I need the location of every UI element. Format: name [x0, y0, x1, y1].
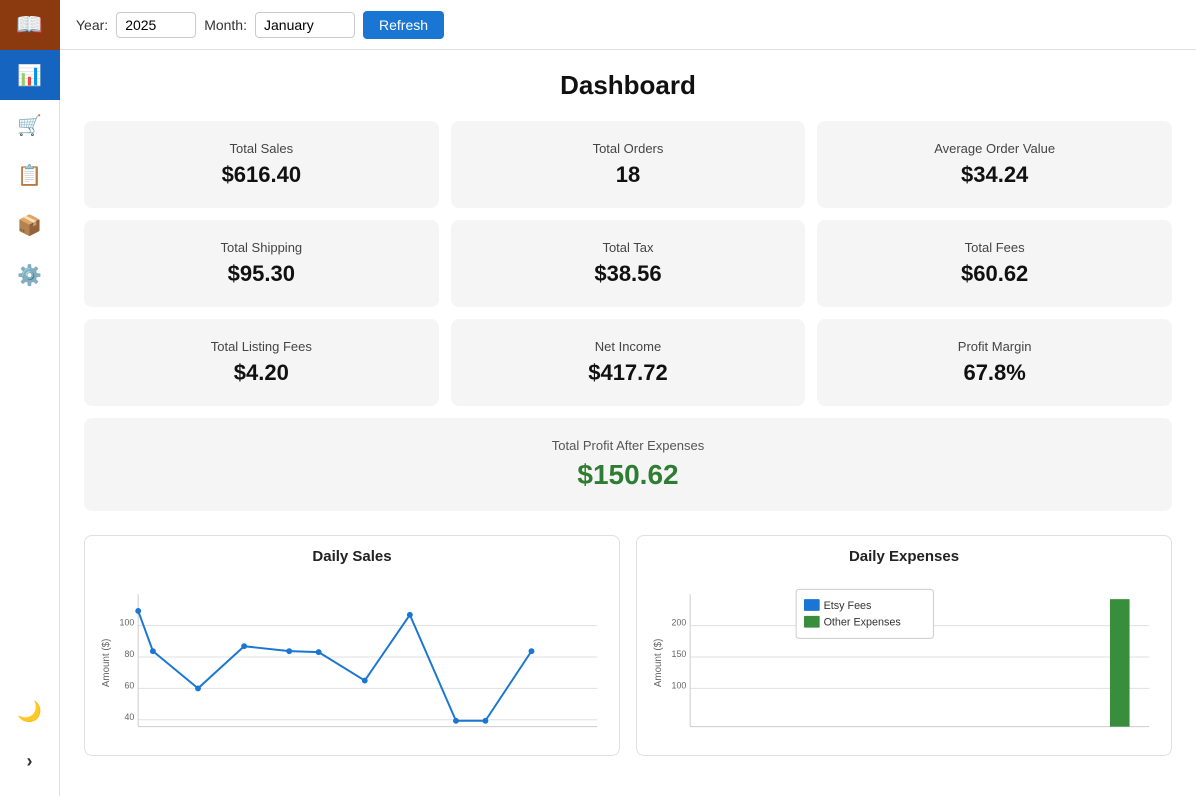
svg-text:Etsy Fees: Etsy Fees: [824, 600, 872, 612]
daily-sales-title: Daily Sales: [97, 548, 607, 565]
metric-total-fees-label: Total Fees: [837, 240, 1152, 255]
metric-total-tax: Total Tax $38.56: [451, 220, 806, 307]
svg-text:200: 200: [672, 618, 687, 628]
metric-listing-fees-label: Total Listing Fees: [104, 339, 419, 354]
daily-sales-chart: Daily Sales Amount ($) 40 60 80 100: [84, 535, 620, 756]
metric-total-tax-label: Total Tax: [471, 240, 786, 255]
svg-text:150: 150: [672, 649, 687, 659]
sidebar-item-dashboard[interactable]: 📊: [0, 50, 60, 100]
sidebar-item-orders[interactable]: 🛒: [0, 100, 60, 150]
daily-expenses-area: Amount ($) 100 150 200: [649, 573, 1159, 743]
svg-text:60: 60: [124, 680, 134, 690]
list-icon: 📋: [17, 163, 42, 188]
page-title: Dashboard: [84, 70, 1172, 101]
year-label: Year:: [76, 17, 108, 33]
daily-sales-area: Amount ($) 40 60 80 100: [97, 573, 607, 743]
month-input[interactable]: [255, 12, 355, 38]
metric-total-shipping-value: $95.30: [104, 261, 419, 287]
metric-net-income: Net Income $417.72: [451, 319, 806, 406]
profit-banner: Total Profit After Expenses $150.62: [84, 418, 1172, 511]
cart-icon: 🛒: [17, 113, 42, 138]
metric-net-income-value: $417.72: [471, 360, 786, 386]
metric-profit-margin-label: Profit Margin: [837, 339, 1152, 354]
metric-total-sales-label: Total Sales: [104, 141, 419, 156]
metric-total-tax-value: $38.56: [471, 261, 786, 287]
svg-text:100: 100: [672, 680, 687, 690]
sidebar-collapse-button[interactable]: ›: [0, 736, 60, 786]
topbar: Year: Month: Refresh: [60, 0, 1196, 50]
metric-total-orders: Total Orders 18: [451, 121, 806, 208]
svg-text:100: 100: [120, 618, 135, 628]
chart-icon: 📊: [17, 63, 42, 88]
chevron-right-icon: ›: [27, 751, 33, 772]
svg-text:40: 40: [124, 712, 134, 722]
month-label: Month:: [204, 17, 247, 33]
sidebar: 📖 📊 🛒 📋 📦 ⚙️ 🌙 ›: [0, 0, 60, 796]
metric-total-fees: Total Fees $60.62: [817, 220, 1172, 307]
moon-icon: 🌙: [17, 699, 42, 724]
metric-avg-order-value-value: $34.24: [837, 162, 1152, 188]
gear-icon: ⚙️: [17, 263, 42, 288]
metric-total-fees-value: $60.62: [837, 261, 1152, 287]
main-content: Year: Month: Refresh Dashboard Total Sal…: [60, 0, 1196, 796]
daily-expenses-chart: Daily Expenses Amount ($) 100 150 200: [636, 535, 1172, 756]
daily-expenses-title: Daily Expenses: [649, 548, 1159, 565]
metric-listing-fees: Total Listing Fees $4.20: [84, 319, 439, 406]
svg-text:80: 80: [124, 649, 134, 659]
sidebar-item-settings[interactable]: ⚙️: [0, 250, 60, 300]
metric-profit-margin: Profit Margin 67.8%: [817, 319, 1172, 406]
metric-total-sales-value: $616.40: [104, 162, 419, 188]
box-icon: 📦: [17, 213, 42, 238]
sidebar-item-darkmode[interactable]: 🌙: [0, 686, 60, 736]
metric-total-shipping-label: Total Shipping: [104, 240, 419, 255]
metric-total-shipping: Total Shipping $95.30: [84, 220, 439, 307]
svg-text:Other Expenses: Other Expenses: [824, 617, 901, 629]
metric-total-orders-label: Total Orders: [471, 141, 786, 156]
metric-total-orders-value: 18: [471, 162, 786, 188]
sidebar-bottom: 🌙 ›: [0, 686, 60, 796]
profit-label: Total Profit After Expenses: [104, 438, 1152, 453]
metric-avg-order-value: Average Order Value $34.24: [817, 121, 1172, 208]
year-input[interactable]: [116, 12, 196, 38]
metric-listing-fees-value: $4.20: [104, 360, 419, 386]
daily-expenses-svg: Amount ($) 100 150 200: [649, 573, 1159, 743]
sidebar-item-inventory[interactable]: 📦: [0, 200, 60, 250]
profit-value: $150.62: [104, 459, 1152, 491]
content-area: Dashboard Total Sales $616.40 Total Orde…: [60, 50, 1196, 796]
metric-avg-order-value-label: Average Order Value: [837, 141, 1152, 156]
svg-text:Amount ($): Amount ($): [101, 639, 112, 687]
charts-row: Daily Sales Amount ($) 40 60 80 100: [84, 535, 1172, 756]
sidebar-logo[interactable]: 📖: [0, 0, 60, 50]
metrics-row-2: Total Shipping $95.30 Total Tax $38.56 T…: [84, 220, 1172, 307]
sidebar-item-listings[interactable]: 📋: [0, 150, 60, 200]
metrics-row-3: Total Listing Fees $4.20 Net Income $417…: [84, 319, 1172, 406]
metric-net-income-label: Net Income: [471, 339, 786, 354]
refresh-button[interactable]: Refresh: [363, 11, 444, 39]
metrics-row-1: Total Sales $616.40 Total Orders 18 Aver…: [84, 121, 1172, 208]
daily-sales-svg: Amount ($) 40 60 80 100: [97, 573, 607, 743]
metric-total-sales: Total Sales $616.40: [84, 121, 439, 208]
metric-profit-margin-value: 67.8%: [837, 360, 1152, 386]
svg-text:Amount ($): Amount ($): [653, 639, 664, 687]
